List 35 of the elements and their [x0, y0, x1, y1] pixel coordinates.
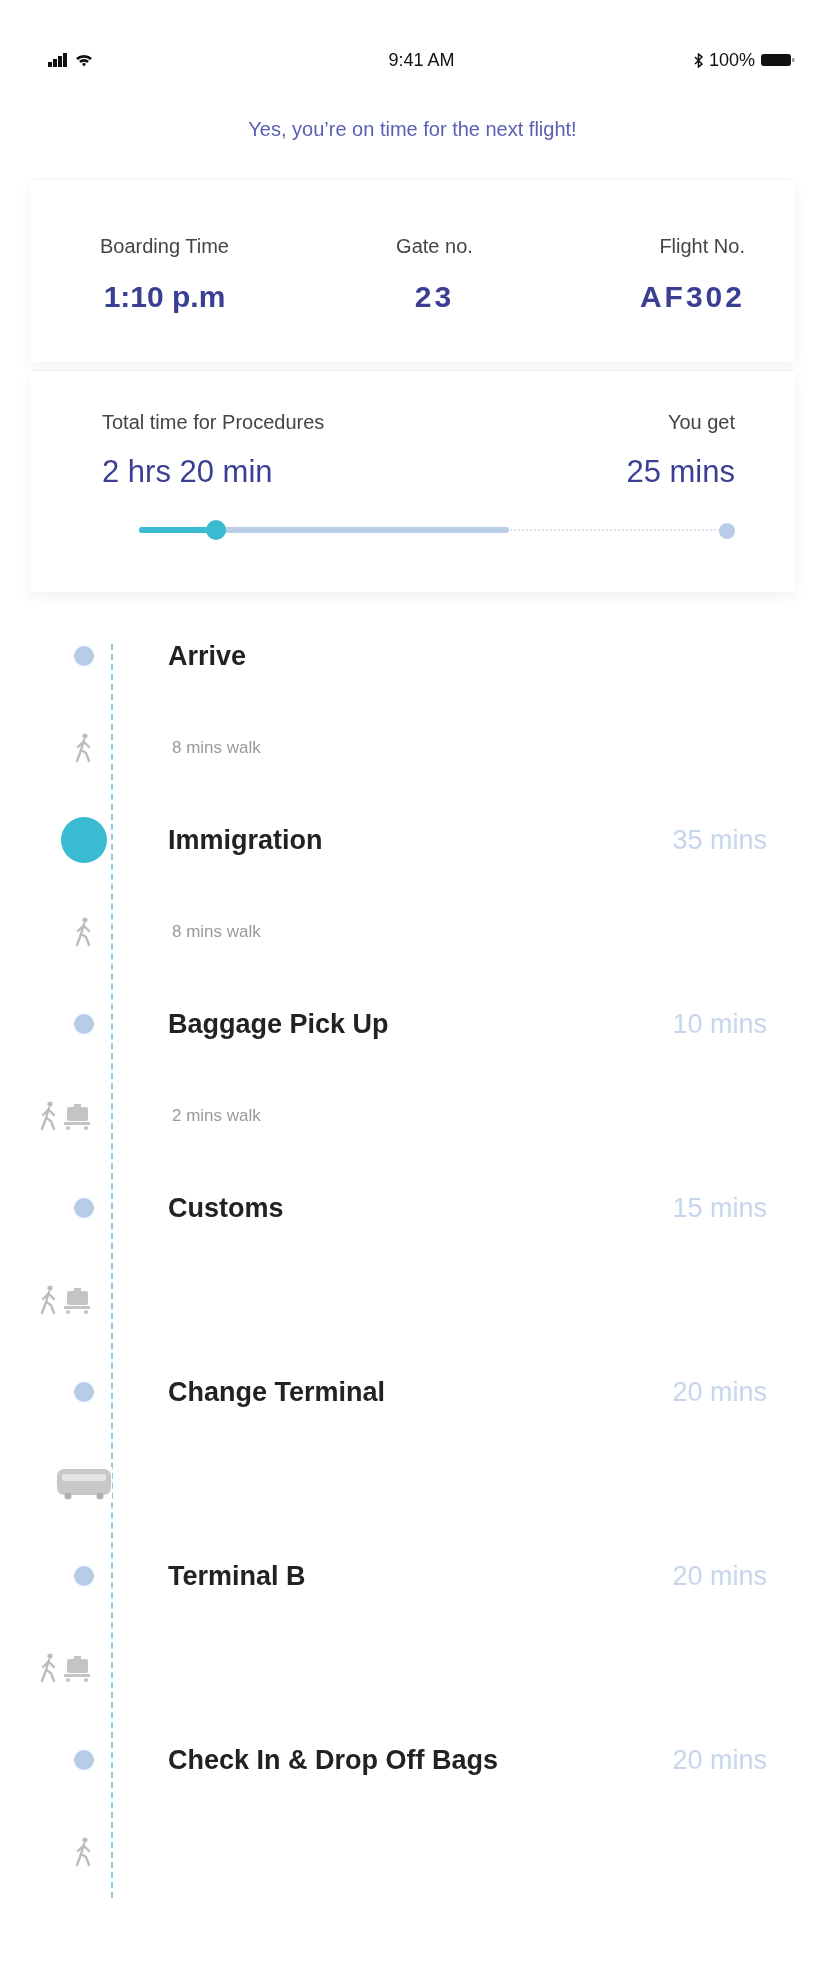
bluetooth-icon: [693, 52, 703, 68]
battery-icon: [761, 53, 795, 67]
flight-info-label: Boarding Time: [100, 235, 229, 258]
walk-time: 8 mins walk: [172, 922, 261, 942]
flight-info-value: AF302: [639, 280, 745, 314]
flight-info-value: 23: [414, 280, 455, 314]
step-title: Arrive: [168, 640, 247, 672]
step-title: Baggage Pick Up: [168, 1008, 389, 1040]
walk-time: 8 mins walk: [172, 738, 261, 758]
step-duration: 15 mins: [672, 1192, 767, 1224]
bus-icon: [56, 1467, 112, 1501]
step-duration: 20 mins: [672, 1376, 767, 1408]
step-title: Immigration: [168, 824, 323, 856]
step-duration: 10 mins: [672, 1008, 767, 1040]
on-time-message: Yes, you’re on time for the next flight!: [247, 117, 578, 142]
status-time: 9:41 AM: [388, 49, 455, 71]
step-title: Check In & Drop Off Bags: [168, 1744, 499, 1776]
spare-time: 25 mins: [626, 454, 735, 490]
battery-percentage: 100%: [708, 49, 755, 71]
step-duration: 20 mins: [672, 1560, 767, 1592]
walk-time: 2 mins walk: [172, 1106, 261, 1126]
signal-icon: [48, 53, 70, 67]
step-title: Customs: [168, 1192, 284, 1224]
step-duration: 20 mins: [672, 1744, 767, 1776]
step-title: Terminal B: [168, 1560, 306, 1592]
wifi-icon: [75, 53, 93, 67]
end-dot: [719, 523, 735, 539]
procedures-label: Total time for Procedures: [102, 411, 325, 434]
procedures-time: 2 hrs 20 min: [102, 454, 273, 490]
flight-info-value: 1:10 p.m: [103, 280, 226, 314]
spare-time-label: You get: [667, 411, 735, 434]
step-duration: 35 mins: [672, 824, 767, 856]
flight-info-label: Gate no.: [396, 235, 473, 258]
step-title: Change Terminal: [168, 1376, 386, 1408]
flight-info-label: Flight No.: [659, 235, 745, 258]
